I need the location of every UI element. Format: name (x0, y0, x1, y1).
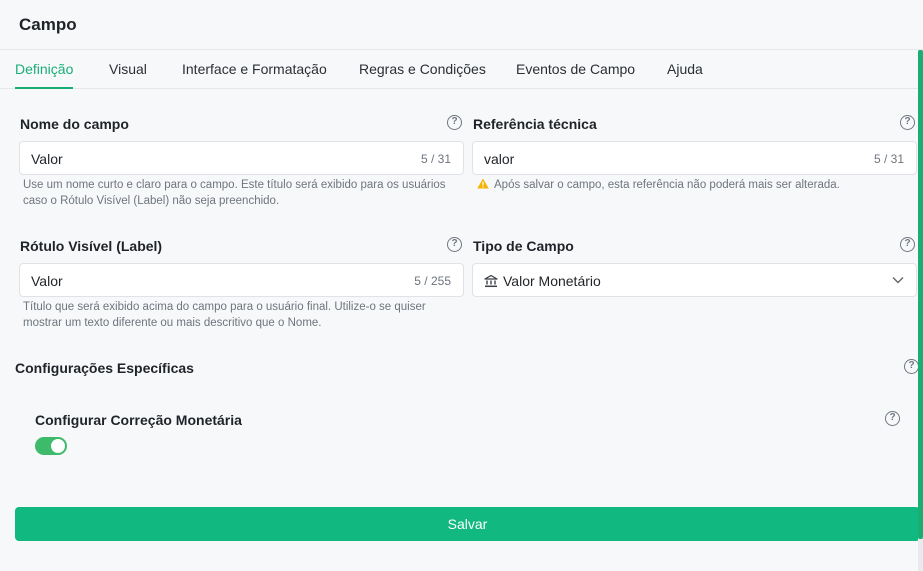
nome-campo-hint: Use um nome curto e claro para o campo. … (23, 179, 446, 207)
referencia-tecnica-label: Referência técnica (473, 116, 597, 132)
warning-icon (477, 178, 489, 189)
tipo-campo-help-icon[interactable]: ? (900, 237, 915, 252)
tab-ajuda[interactable]: Ajuda (667, 61, 703, 77)
nome-campo-input[interactable]: Valor 5 / 31 (19, 141, 464, 175)
page-title: Campo (19, 15, 77, 34)
nome-campo-value: Valor (31, 151, 63, 167)
referencia-tecnica-value: valor (484, 151, 515, 167)
tab-eventos-campo[interactable]: Eventos de Campo (516, 61, 635, 77)
rotulo-visivel-input[interactable]: Valor 5 / 255 (19, 263, 464, 297)
configuracoes-especificas-title: Configurações Específicas (15, 360, 194, 376)
rotulo-visivel-hint: Título que será exibido acima do campo p… (23, 301, 426, 329)
chevron-down-icon (892, 277, 904, 284)
rotulo-visivel-help-icon[interactable]: ? (447, 237, 462, 252)
nome-campo-counter: 5 / 31 (420, 152, 451, 166)
nome-campo-label: Nome do campo (20, 116, 129, 132)
referencia-tecnica-help-icon[interactable]: ? (900, 115, 915, 130)
active-tab-indicator (15, 87, 73, 89)
tipo-campo-label: Tipo de Campo (473, 238, 574, 254)
save-button[interactable]: Salvar (15, 507, 920, 541)
correcao-monetaria-toggle[interactable] (35, 437, 67, 455)
bank-icon (484, 274, 498, 288)
referencia-tecnica-hint: Após salvar o campo, esta referência não… (494, 179, 840, 191)
referencia-tecnica-hint-row: Após salvar o campo, esta referência não… (477, 177, 917, 193)
configuracoes-especificas-help-icon[interactable]: ? (904, 359, 919, 374)
correcao-monetaria-label: Configurar Correção Monetária (35, 412, 242, 428)
tab-bar: Definição Visual Interface e Formatação … (0, 51, 923, 89)
rotulo-visivel-label: Rótulo Visível (Label) (20, 238, 163, 254)
tab-interface-formatacao[interactable]: Interface e Formatação (182, 61, 327, 77)
referencia-tecnica-counter: 5 / 31 (873, 152, 904, 166)
referencia-tecnica-input[interactable]: valor 5 / 31 (472, 141, 917, 175)
rotulo-visivel-counter: 5 / 255 (414, 274, 451, 288)
tipo-campo-select[interactable]: Valor Monetário (472, 263, 917, 297)
toggle-knob (51, 439, 65, 453)
header: Campo (0, 0, 923, 50)
rotulo-visivel-value: Valor (31, 273, 63, 289)
tab-visual[interactable]: Visual (109, 61, 147, 77)
tipo-campo-value: Valor Monetário (503, 273, 601, 289)
nome-campo-help-icon[interactable]: ? (447, 115, 462, 130)
scrollbar-thumb[interactable] (918, 50, 923, 539)
tab-definicao[interactable]: Definição (15, 61, 73, 77)
tab-regras-condicoes[interactable]: Regras e Condições (359, 61, 486, 77)
correcao-monetaria-help-icon[interactable]: ? (885, 411, 900, 426)
